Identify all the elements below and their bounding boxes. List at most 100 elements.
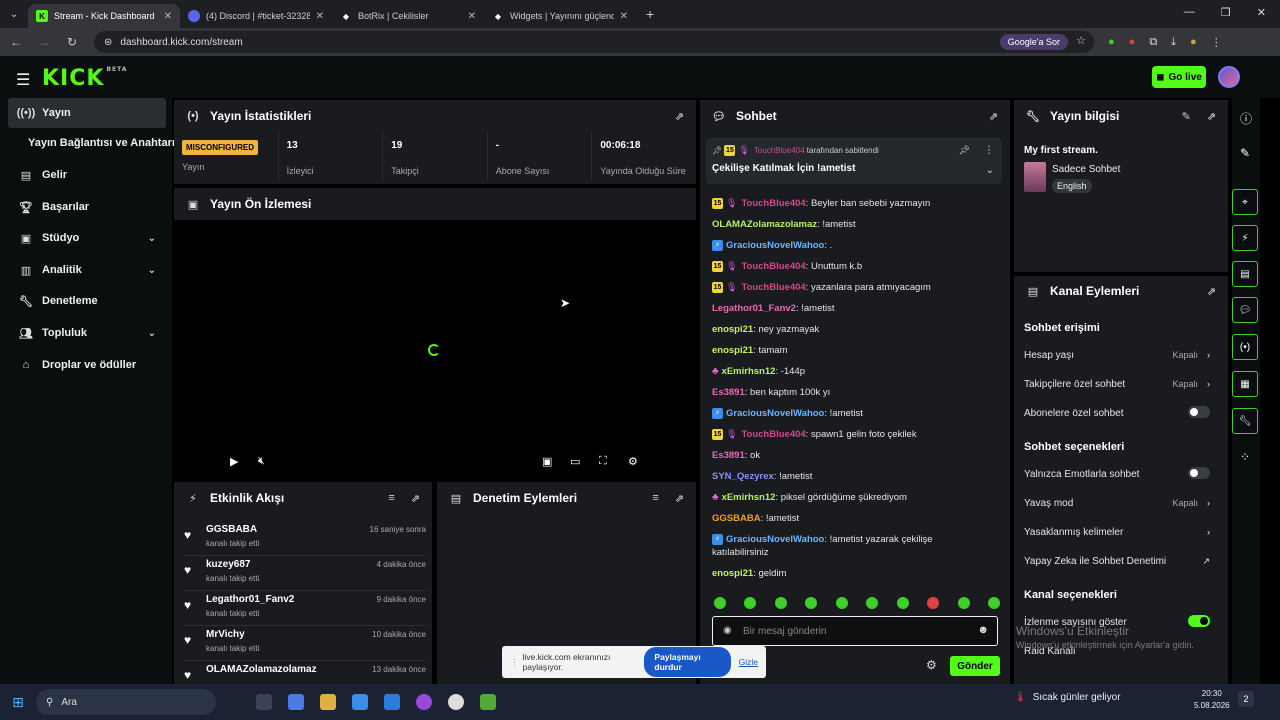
- close-tab-icon[interactable]: ✕: [316, 11, 324, 22]
- sidebar-item-denetleme[interactable]: 🔧︎ Denetleme: [8, 286, 166, 316]
- mute-icon[interactable]: 🔇︎: [258, 455, 265, 468]
- fullscreen-icon[interactable]: ⛶: [599, 455, 607, 468]
- info-icon[interactable]: ⓘ: [1240, 110, 1252, 127]
- emote-icon[interactable]: [774, 597, 787, 609]
- profile-icon[interactable]: ●: [1190, 36, 1197, 49]
- browser-tab-kick[interactable]: K Stream - Kick Dashboard ✕: [28, 4, 180, 28]
- sidebar-item-basarilar[interactable]: 🏆︎ Başarılar: [8, 192, 166, 222]
- chat-message[interactable]: enospi21: geldim: [712, 568, 1002, 579]
- reload-icon[interactable]: ↻: [60, 35, 84, 49]
- rail-stats-icon[interactable]: ⌖: [1232, 189, 1258, 215]
- rail-grid-icon[interactable]: ▦: [1232, 371, 1258, 397]
- browser-tab-botrix[interactable]: ◆ BotRix | Cekilisler ✕: [332, 4, 484, 28]
- chat-message[interactable]: ⚡︎ GraciousNovelWahoo: !ametist yazarak ç…: [712, 534, 1002, 545]
- hamburger-menu-icon[interactable]: ☰: [16, 70, 30, 90]
- browser-tab-discord[interactable]: (4) Discord | #ticket-32328 | Oh ✕: [180, 4, 332, 28]
- forward-icon[interactable]: →: [32, 35, 56, 49]
- chat-username[interactable]: xEmirhsn12: [722, 366, 776, 377]
- setting-slow-mode[interactable]: Yavaş mod Kapalı ›: [1024, 498, 1210, 509]
- chat-message[interactable]: enospi21: ney yazmayak: [712, 324, 1002, 335]
- send-button[interactable]: Gönder: [950, 656, 1000, 676]
- emote-icon[interactable]: [835, 597, 848, 609]
- taskview-icon[interactable]: [256, 694, 272, 710]
- app-icon[interactable]: [480, 694, 496, 710]
- chat-message[interactable]: 15 🎙︎ TouchBlue404: spawn1 gelin foto çeki…: [712, 429, 1002, 440]
- chat-message[interactable]: Es3891: ben kaptım 100k yı: [712, 387, 1002, 398]
- chat-message[interactable]: ♣ xEmirhsn12: -144p: [712, 366, 1002, 377]
- chat-message[interactable]: GGSBABA: !ametist: [712, 513, 1002, 524]
- more-options-icon[interactable]: ⋮: [984, 145, 994, 156]
- video-player[interactable]: ➤ ▶ 🔇︎ ▣ ▭ ⛶ ⚙: [174, 220, 697, 478]
- sidebar-item-yayin[interactable]: ((•)) Yayın: [8, 98, 166, 128]
- chat-message[interactable]: SYN_Qezyrex: !ametist: [712, 471, 1002, 482]
- chat-settings-gear-icon[interactable]: ⚙: [926, 658, 937, 672]
- chat-username[interactable]: Legathor01_Fanv2: [712, 303, 796, 314]
- settings-gear-icon[interactable]: ⚙: [628, 455, 638, 468]
- extension-icon[interactable]: ●: [1108, 36, 1115, 49]
- close-tab-icon[interactable]: ✕: [164, 11, 172, 22]
- chat-username[interactable]: GGSBABA: [712, 513, 761, 524]
- bookmark-star-icon[interactable]: ☆: [1076, 34, 1086, 47]
- maximize-icon[interactable]: ❐: [1221, 6, 1231, 19]
- popout-icon[interactable]: ⇗: [989, 110, 998, 123]
- sidebar-item-gelir[interactable]: ▤ Gelir: [8, 160, 166, 190]
- drag-handle-icon[interactable]: ⋮: [510, 657, 519, 668]
- close-tab-icon[interactable]: ✕: [620, 11, 628, 22]
- close-window-icon[interactable]: ✕: [1257, 6, 1266, 19]
- go-live-button[interactable]: ◼ Go live: [1152, 66, 1206, 88]
- app-icon[interactable]: [416, 694, 432, 710]
- user-avatar[interactable]: [1218, 66, 1240, 88]
- chat-username[interactable]: enospi21: [712, 568, 753, 579]
- address-bar[interactable]: ⊜ dashboard.kick.com/stream Google'a Sor…: [94, 31, 1094, 53]
- windows-start-icon[interactable]: ⊞: [0, 694, 36, 711]
- stop-sharing-button[interactable]: Paylaşmayı durdur: [644, 647, 731, 677]
- popout-icon[interactable]: ⇗: [1207, 285, 1216, 298]
- chat-message[interactable]: Legathor01_Fanv2: !ametist: [712, 303, 1002, 314]
- chat-message[interactable]: 15 🎙︎ TouchBlue404: yazanlara para atmıyac…: [712, 282, 1002, 293]
- file-explorer-icon[interactable]: [320, 694, 336, 710]
- emote-icon[interactable]: [805, 597, 818, 609]
- chat-username[interactable]: Es3891: [712, 450, 745, 461]
- sidebar-item-droplar[interactable]: ⌂ Droplar ve ödüller: [8, 350, 166, 380]
- chat-username[interactable]: SYN_Qezyrex: [712, 471, 774, 482]
- emote-icon[interactable]: [987, 597, 1000, 609]
- sidebar-item-topluluk[interactable]: 👥︎ Topluluk ⌄: [8, 318, 166, 348]
- setting-ai-moderation[interactable]: Yapay Zeka ile Sohbet Denetimi ↗: [1024, 556, 1210, 567]
- chat-message[interactable]: OLAMAZolamazolamaz: !ametist: [712, 219, 1002, 230]
- emote-icon[interactable]: [896, 597, 909, 609]
- chat-username[interactable]: TouchBlue404: [741, 429, 805, 440]
- popout-icon[interactable]: ⇗: [411, 492, 420, 505]
- unpin-icon[interactable]: 📌︎: [959, 145, 970, 156]
- rail-broadcast-icon[interactable]: (•): [1232, 334, 1258, 360]
- chat-message[interactable]: 15 🎙︎ TouchBlue404: Beyler ban sebebi yazm…: [712, 198, 1002, 209]
- chat-message[interactable]: Es3891: ok: [712, 450, 1002, 461]
- nodes-icon[interactable]: ⁘: [1240, 450, 1250, 464]
- menu-dots-icon[interactable]: ⋮: [1211, 36, 1222, 49]
- setting-followers-only[interactable]: Takipçilere özel sohbet Kapalı ›: [1024, 379, 1210, 390]
- google-ask-button[interactable]: Google'a Sor: [999, 34, 1068, 50]
- chat-username[interactable]: TouchBlue404: [741, 261, 805, 272]
- chat-username[interactable]: GraciousNovelWahoo: [726, 240, 824, 251]
- chat-username[interactable]: enospi21: [712, 345, 753, 356]
- rail-chat-icon[interactable]: 💬︎: [1232, 297, 1258, 323]
- pencil-icon[interactable]: ✎: [1240, 146, 1250, 160]
- chat-username[interactable]: enospi21: [712, 324, 753, 335]
- notification-badge[interactable]: 2: [1238, 691, 1254, 707]
- record-icon[interactable]: ◉: [723, 625, 732, 636]
- filter-icon[interactable]: ≡: [388, 492, 394, 504]
- chevron-down-icon[interactable]: ⌄: [986, 165, 994, 176]
- chat-message[interactable]: katılabilirsiniz: [712, 547, 1002, 558]
- popout-icon[interactable]: ⇗: [1207, 110, 1216, 123]
- setting-banned-words[interactable]: Yasaklanmış kelimeler ›: [1024, 527, 1210, 538]
- emote-icon[interactable]: [714, 597, 726, 609]
- close-tab-icon[interactable]: ✕: [468, 11, 476, 22]
- subs-only-toggle[interactable]: [1188, 406, 1210, 418]
- store-icon[interactable]: [352, 694, 368, 710]
- chat-username[interactable]: TouchBlue404: [741, 198, 805, 209]
- chat-username[interactable]: xEmirhsn12: [722, 492, 776, 503]
- pip-icon[interactable]: ▣: [542, 455, 552, 468]
- chat-message[interactable]: 15 🎙︎ TouchBlue404: Unuttum k.b: [712, 261, 1002, 272]
- setting-account-age[interactable]: Hesap yaşı Kapalı ›: [1024, 350, 1210, 361]
- sidebar-item-analitik[interactable]: ▥ Analitik ⌄: [8, 255, 166, 285]
- chat-message[interactable]: ⚡︎ GraciousNovelWahoo: !ametist: [712, 408, 1002, 419]
